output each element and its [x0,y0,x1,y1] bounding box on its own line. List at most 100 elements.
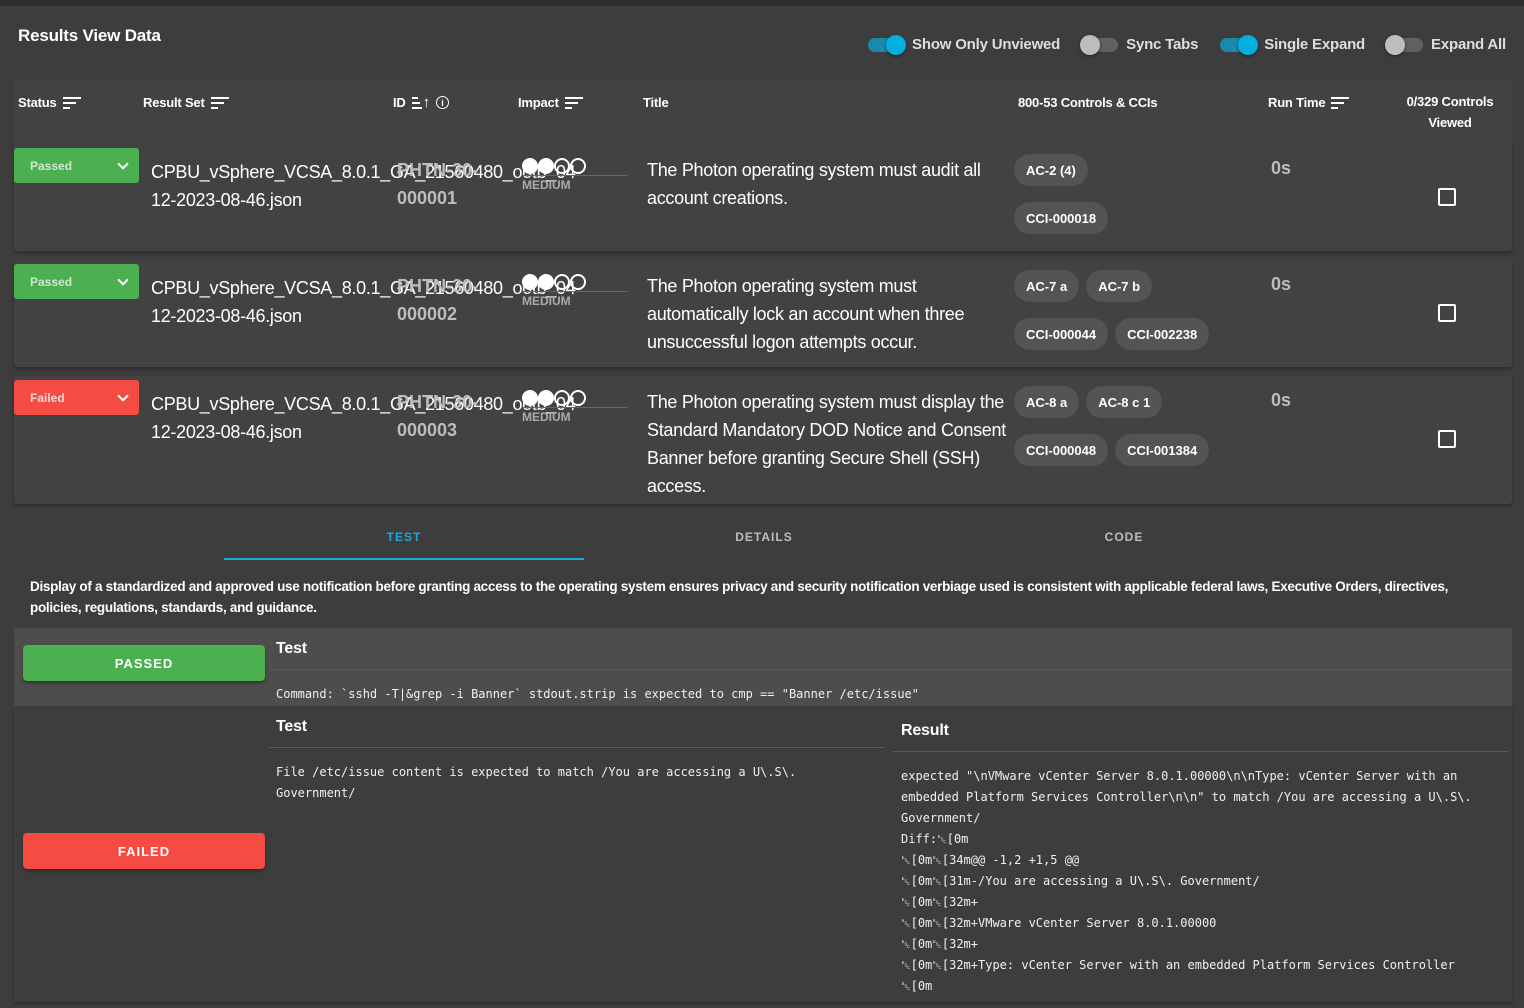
sort-icon[interactable] [62,96,81,109]
impact-label: MEDIUM [522,410,571,424]
cci-chip[interactable]: CCI-000018 [1014,202,1109,234]
viewed-checkbox[interactable] [1438,304,1456,322]
switch-knob[interactable] [886,34,907,55]
rule-title: The Photon operating system must audit a… [647,160,981,208]
impact: MEDIUM [522,390,628,424]
impact-label: MEDIUM [522,294,571,308]
test-command: Command: `sshd -T|&grep -i Banner` stdou… [276,687,919,701]
cci-chips: CCI-000018 [1014,202,1254,234]
impact-label: MEDIUM [522,178,571,192]
impact-dot-empty [570,274,586,290]
table-row[interactable]: Passed CPBU_vSphere_VCSA_8.0.1_GA_215604… [14,260,1512,367]
toggle-label: Show Only Unviewed [912,36,1061,53]
toggle-single-expand[interactable]: Single Expand [1220,34,1366,55]
table-header: Status Result Set ID ↑ i Impact Title 80… [14,80,1512,146]
impact-dot-empty [570,390,586,406]
arrow-up-icon: ↑ [422,93,431,111]
cci-chip[interactable]: CCI-002238 [1115,318,1210,350]
result-heading: Result [901,722,949,739]
header-run-time[interactable]: Run Time [1268,95,1350,110]
control-chip[interactable]: AC-7 a [1014,270,1080,302]
run-time: 0s [1271,390,1292,410]
switch-track[interactable] [1080,34,1119,55]
status-select[interactable]: Failed [14,380,139,415]
tab-details[interactable]: DETAILS [584,518,944,560]
chevron-down-icon [117,157,129,170]
viewed-checkbox[interactable] [1438,430,1456,448]
page-title: Results View Data [18,26,161,45]
header-label: Impact [518,95,559,110]
rule-title: The Photon operating system must display… [647,392,1006,496]
cci-chip[interactable]: CCI-000048 [1014,434,1109,466]
status-select[interactable]: Passed [14,148,139,183]
control-chip[interactable]: AC-7 b [1086,270,1153,302]
header-label: Viewed [1428,115,1472,130]
switch-track[interactable] [1385,34,1424,55]
failed-badge[interactable]: FAILED [23,833,265,869]
result-set: CPBU_vSphere_VCSA_8.0.1_GA_21560480_ootb… [151,394,582,442]
toggle-expand-all[interactable]: Expand All [1385,34,1506,55]
tab-test[interactable]: TEST [224,518,584,560]
tab-code[interactable]: CODE [944,518,1304,560]
viewed-checkbox[interactable] [1438,188,1456,206]
switch-track[interactable] [1220,34,1259,55]
status-select[interactable]: Passed [14,264,139,299]
rule-description: Display of a standardized and approved u… [30,579,1449,615]
passed-badge[interactable]: PASSED [23,645,265,681]
status-value: Passed [30,158,73,173]
sort-icon[interactable] [564,96,583,109]
header-label: Result Set [143,95,205,110]
header-label: Run Time [1268,95,1326,110]
test-heading: Test [276,718,307,735]
cci-chips: CCI-000048 CCI-001384 [1014,434,1254,466]
switch-knob[interactable] [1238,34,1259,55]
control-chips: AC-8 a AC-8 c 1 [1014,386,1254,418]
toggle-sync-tabs[interactable]: Sync Tabs [1080,34,1199,55]
rule-id: PHTN-30-000003 [397,392,479,440]
header-label: Status [18,95,57,110]
table-row[interactable]: Passed CPBU_vSphere_VCSA_8.0.1_GA_215604… [14,144,1512,251]
header-label: 800-53 Controls & CCIs [1018,95,1158,110]
toggle-label: Single Expand [1264,36,1366,53]
status-value: Passed [30,274,73,289]
header-viewed: 0/329 Controls Viewed [1398,91,1502,133]
test-result-failed: FAILED Test File /etc/issue content is e… [14,706,1512,1002]
info-icon[interactable]: i [435,96,449,109]
header-label: Title [643,95,669,110]
header-label: 0/329 Controls [1406,94,1494,109]
table-row[interactable]: Failed CPBU_vSphere_VCSA_8.0.1_GA_215604… [14,376,1512,504]
impact: MEDIUM [522,274,628,308]
control-chip[interactable]: AC-2 (4) [1014,154,1088,186]
impact-dot-filled [538,274,554,290]
control-chip[interactable]: AC-8 c 1 [1086,386,1163,418]
test-result-passed: PASSED Test Command: `sshd -T|&grep -i B… [14,628,1512,706]
result-set: CPBU_vSphere_VCSA_8.0.1_GA_21560480_ootb… [151,162,582,210]
sort-ascending-icon[interactable] [411,96,422,109]
header-impact[interactable]: Impact [518,95,583,110]
cci-chip[interactable]: CCI-000044 [1014,318,1109,350]
chevron-down-icon [117,273,129,286]
header-id[interactable]: ID ↑ i [393,95,449,110]
cci-chip[interactable]: CCI-001384 [1115,434,1210,466]
header-result-set[interactable]: Result Set [143,95,229,110]
switch-knob[interactable] [1385,34,1406,55]
switch-track[interactable] [868,34,907,55]
toggle-show-only-unviewed[interactable]: Show Only Unviewed [868,34,1061,55]
rule-title: The Photon operating system must automat… [647,276,965,352]
impact-dots [522,274,628,292]
toggle-label: Sync Tabs [1126,36,1199,53]
impact-dot-filled [522,158,538,174]
rule-id: PHTN-30-000002 [397,276,479,324]
status-value: Failed [30,390,65,405]
results-panel: Results View Data Show Only Unviewed Syn… [0,6,1524,1008]
sort-icon[interactable] [1331,96,1350,109]
control-chip[interactable]: AC-8 a [1014,386,1080,418]
control-chips: AC-2 (4) [1014,154,1254,186]
sort-icon[interactable] [210,96,229,109]
controls-chips: AC-7 a AC-7 b CCI-000044 CCI-002238 [1014,270,1254,366]
divider [893,751,1508,752]
switch-knob[interactable] [1080,34,1101,55]
header-status[interactable]: Status [18,95,81,110]
impact: MEDIUM [522,158,628,192]
divider [269,747,885,748]
